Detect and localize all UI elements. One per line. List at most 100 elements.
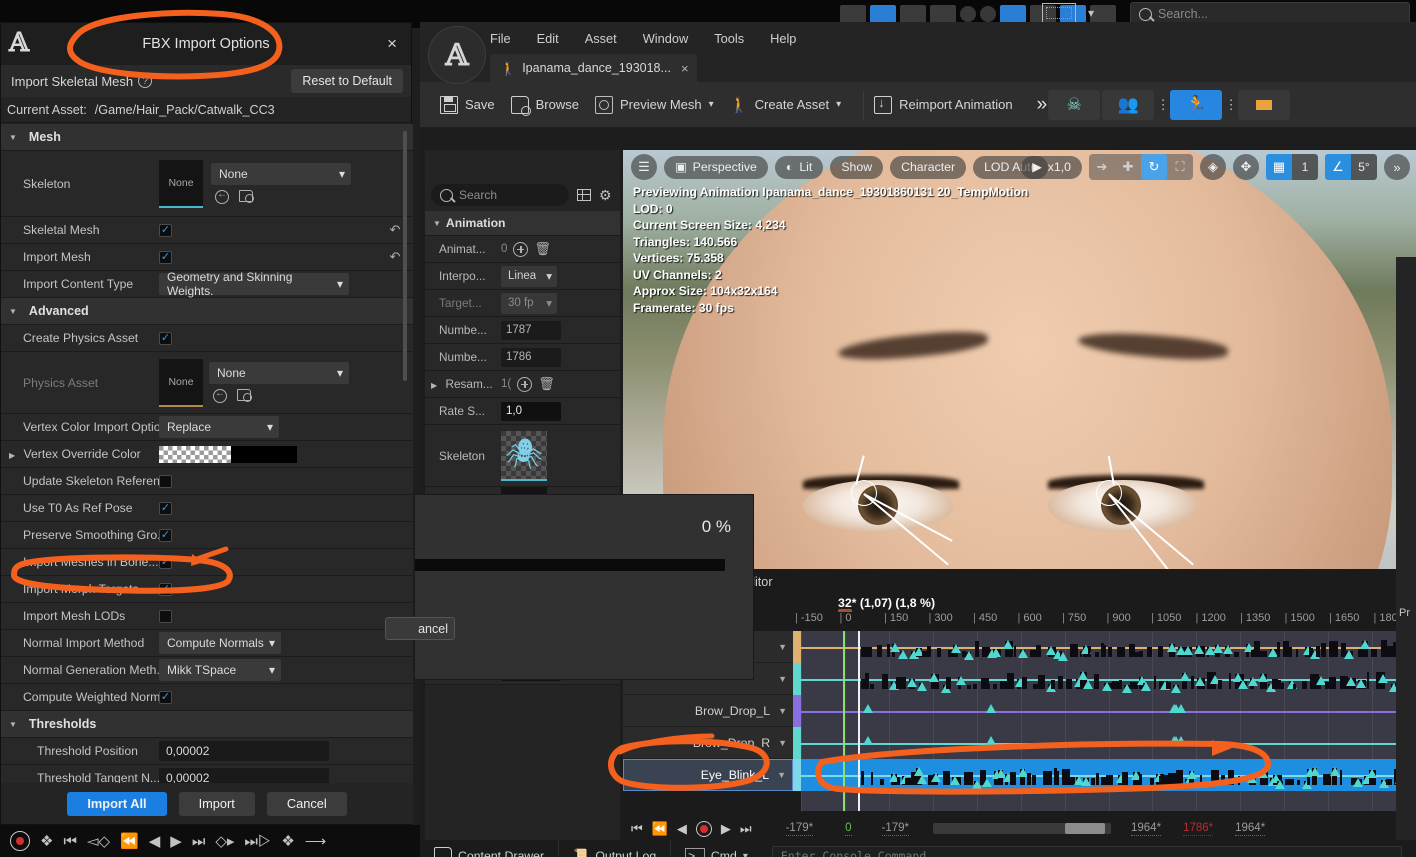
keyframe-marker[interactable] <box>1081 776 1092 786</box>
fbx-row-normal-generation-method[interactable]: Normal Generation Meth... Mikk TSpace ▾ <box>1 657 413 684</box>
import-content-type-dropdown[interactable]: Geometry and Skinning Weights. ▾ <box>159 270 349 298</box>
keyframe-marker[interactable] <box>1355 678 1366 688</box>
total-frame-field[interactable]: 1786* <box>1183 822 1214 836</box>
keyframe-marker[interactable] <box>1101 681 1112 691</box>
use-selected-asset-icon[interactable] <box>213 388 227 403</box>
chevron-down-icon[interactable]: ▼ <box>777 770 786 780</box>
keyframe-marker[interactable] <box>1222 645 1233 655</box>
top-mini-round-1[interactable] <box>960 6 976 22</box>
add-icon[interactable] <box>517 376 533 392</box>
keyframe-marker[interactable] <box>1367 769 1378 779</box>
angle-snap-icon[interactable]: ∠ <box>1325 154 1351 180</box>
mode-animation-options-icon[interactable]: ⋮ <box>1224 98 1238 111</box>
preserve-smoothing-groups-checkbox[interactable] <box>159 528 172 542</box>
range-start-field[interactable]: -179* <box>881 822 909 836</box>
step-back-all-icon[interactable]: ⏮ <box>63 833 77 850</box>
mode-body-options-icon[interactable]: ⋮ <box>1156 98 1170 111</box>
details-row[interactable]: Numbe... 1786 <box>425 344 620 371</box>
move-icon[interactable]: ✚ <box>1115 154 1141 180</box>
details-section-animation[interactable]: ▼ Animation <box>425 211 620 236</box>
keyframe-marker[interactable] <box>1176 736 1186 745</box>
details-row-skeleton[interactable]: Skeleton 🕷 <box>425 425 620 487</box>
keyframe-marker[interactable] <box>917 774 928 784</box>
create-asset-button[interactable]: 🚶 Create Asset ▾ <box>728 96 855 114</box>
fbx-section-mesh[interactable]: ▼ Mesh <box>1 124 413 151</box>
timeline-ruler[interactable]: -150 0 150 300 450 600 750 900 1050 1200 1350 1500 1… <box>793 612 1416 629</box>
save-button[interactable]: Save <box>438 95 509 114</box>
keyframe-marker[interactable] <box>1359 640 1370 650</box>
progress-cancel-button[interactable]: ancel <box>385 617 455 640</box>
fbx-row-normal-import-method[interactable]: Normal Import Method Compute Normals ▾ <box>1 630 413 657</box>
next-key-icon[interactable]: ◇▸ <box>215 832 234 850</box>
normal-import-method-dropdown[interactable]: Compute Normals ▾ <box>159 632 281 654</box>
end-frame-field[interactable]: 1964* <box>1131 822 1162 836</box>
top-mini-button-3[interactable] <box>900 5 926 23</box>
import-meshes-in-bone-hierarchy-checkbox[interactable] <box>159 555 172 569</box>
keyframe-marker[interactable] <box>897 649 908 659</box>
fbx-row-skeletal-mesh[interactable]: Skeletal Mesh ↶ <box>1 217 413 244</box>
keyframe-marker[interactable] <box>1186 770 1197 780</box>
keyframe-marker[interactable] <box>1377 673 1388 683</box>
chevron-down-icon[interactable]: ▼ <box>778 642 787 652</box>
keyframe-marker[interactable] <box>1248 676 1259 686</box>
viewport-lit-button[interactable]: ◐ Lit <box>774 155 824 179</box>
revert-icon[interactable]: ↶ <box>377 249 413 265</box>
hamburger-icon[interactable]: ☰ <box>631 154 657 180</box>
mode-animation-button[interactable]: 🏃 <box>1170 89 1223 120</box>
fbx-row-preserve-smoothing-groups[interactable]: Preserve Smoothing Gro... <box>1 522 413 549</box>
import-mesh-checkbox[interactable] <box>159 250 172 264</box>
keyframe-marker[interactable] <box>1238 679 1249 689</box>
number-field[interactable]: 1787 <box>501 320 561 340</box>
keyframe-marker[interactable] <box>1002 639 1013 649</box>
range-slider[interactable] <box>933 823 1111 834</box>
trash-icon[interactable]: 🗑 <box>534 241 551 257</box>
color-value-swatch[interactable] <box>231 445 297 463</box>
step-forward-icon[interactable]: ⏭ <box>192 833 206 850</box>
fbx-row-use-t0-as-ref-pose[interactable]: Use T0 As Ref Pose <box>1 495 413 522</box>
revert-icon[interactable]: ↶ <box>377 222 413 238</box>
fbx-section-advanced[interactable]: ▼ Advanced <box>1 298 413 325</box>
chevron-down-icon[interactable]: ▾ <box>836 99 841 110</box>
keyframe-marker[interactable] <box>950 776 961 786</box>
fbx-row-import-mesh-lods[interactable]: Import Mesh LODs <box>1 603 413 630</box>
keyframe-marker[interactable] <box>1077 671 1088 681</box>
chevron-down-icon[interactable]: ▾ <box>1088 6 1094 20</box>
compute-weighted-normals-checkbox[interactable] <box>159 690 172 704</box>
play-reverse-icon[interactable]: ◀ <box>677 821 687 837</box>
question-mark-icon[interactable]: ? <box>138 74 153 88</box>
skeleton-thumbnail[interactable]: 🕷 <box>501 430 547 481</box>
details-row[interactable]: ▶ Resam... 1( 🗑 <box>425 371 620 398</box>
end-key-icon[interactable]: ❖ <box>281 832 294 850</box>
cancel-button[interactable]: Cancel <box>266 791 347 816</box>
keyframe-marker[interactable] <box>930 773 941 783</box>
fbx-row-import-morph-targets[interactable]: Import Morph Targets <box>1 576 413 603</box>
keyframe-marker[interactable] <box>963 651 974 661</box>
keyframe-marker[interactable] <box>917 681 928 691</box>
target-framerate-dropdown[interactable]: 30 fр ▾ <box>501 292 557 314</box>
console-command-input[interactable]: Enter Console Command <box>771 846 1402 857</box>
fbx-row-skeleton[interactable]: Skeleton None None ▾ <box>1 151 413 217</box>
key-icon[interactable]: ❖ <box>40 832 53 850</box>
keyframe-marker[interactable] <box>955 676 966 686</box>
import-mesh-lods-checkbox[interactable] <box>159 609 172 623</box>
tab-ipanama-dance[interactable]: 🚶 Ipanama_dance_193018... × <box>490 54 697 82</box>
loop-arrow-icon[interactable]: ⟶ <box>305 832 327 850</box>
step-back-icon[interactable]: ⏪ <box>652 821 668 837</box>
keyframe-marker[interactable] <box>1058 651 1069 661</box>
chevron-down-icon[interactable]: ▾ <box>743 851 748 857</box>
fbx-row-threshold-tangent-normal[interactable]: Threshold Tangent N... 0,00002 <box>1 765 413 785</box>
keyframe-marker[interactable] <box>1082 680 1093 690</box>
browse-asset-icon[interactable] <box>237 389 252 402</box>
step-forward-icon[interactable]: ⏭ <box>740 821 752 837</box>
rate-scale-field[interactable]: 1,0 <box>501 401 561 421</box>
fbx-row-import-meshes-in-bone-hierarchy[interactable]: Import Meshes in Bone... <box>1 549 413 576</box>
keyframe-marker[interactable] <box>1310 767 1321 777</box>
details-row[interactable]: Rate S... 1,0 <box>425 398 620 425</box>
grid-snap-icon[interactable]: ▦ <box>1266 154 1292 180</box>
playhead-current[interactable] <box>858 631 860 811</box>
chevron-down-icon[interactable]: ▾ <box>709 99 714 110</box>
fbx-row-import-mesh[interactable]: Import Mesh ↶ <box>1 244 413 271</box>
reset-to-default-button[interactable]: Reset to Default <box>291 69 403 93</box>
details-row[interactable]: Target... 30 fр ▾ <box>425 290 620 317</box>
keyframe-marker[interactable] <box>982 778 993 788</box>
